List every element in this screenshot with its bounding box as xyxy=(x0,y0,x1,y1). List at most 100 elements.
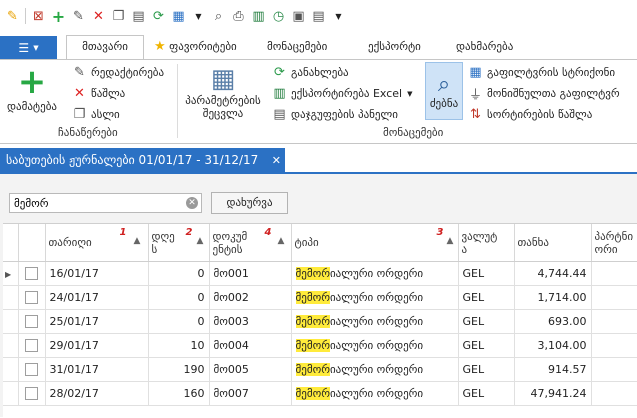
cell-days: 190 xyxy=(148,357,210,382)
table-row[interactable]: ▶ 16/01/17 0 მო001 მემორიალური ორდერი GEL 4,74… xyxy=(3,261,637,286)
cell-type: მემორიალური ორდერი xyxy=(291,381,459,406)
cell-amount: 693.00 xyxy=(514,309,592,334)
row-checkbox-cell[interactable] xyxy=(18,381,46,406)
search-button[interactable]: ⌕ ძებნა xyxy=(425,62,463,120)
tab-help[interactable]: დახმარება xyxy=(456,36,532,59)
add-button[interactable]: + დამატება xyxy=(4,62,60,117)
tab-export[interactable]: ექსპორტი xyxy=(368,36,442,59)
cell-date: 24/01/17 xyxy=(45,285,149,310)
cell-currency: GEL xyxy=(458,309,515,334)
header-label: პარტნი ორი xyxy=(594,229,634,256)
search-input[interactable] xyxy=(10,194,183,212)
print-icon[interactable]: ⎙ xyxy=(231,9,246,24)
column-header-date[interactable]: თარიღი 1 ▲ xyxy=(45,224,149,262)
filter-row-button[interactable]: ▦ გაფილტვრის სტრიქონი xyxy=(468,65,615,80)
header-row: თარიღი 1 ▲ დღე ს 2 ▲ დოკუმ ენტის 4 ▲ ტიპ… xyxy=(3,224,637,262)
qat-menu-icon[interactable]: ▼ xyxy=(331,9,346,24)
row-checkbox[interactable] xyxy=(25,291,38,305)
row-checkbox-cell[interactable] xyxy=(18,357,46,382)
column-header-days[interactable]: დღე ს 2 ▲ xyxy=(148,224,210,262)
copy-icon: ❐ xyxy=(73,107,86,122)
tab-home[interactable]: მთავარი xyxy=(66,35,144,60)
header-label: თარიღი xyxy=(48,236,92,249)
export-excel-button[interactable]: ▥ ექსპორტირება Excel ▼ xyxy=(272,86,412,101)
preview-icon[interactable]: ⌕ xyxy=(211,9,226,24)
search-box: ✕ xyxy=(9,193,202,213)
cell-date: 16/01/17 xyxy=(45,261,149,286)
app-logo-icon: ✎ xyxy=(7,8,18,24)
form-icon[interactable]: ▤ xyxy=(311,9,326,24)
copy-button[interactable]: ❐ ასლი xyxy=(72,107,120,122)
change-parameters-button[interactable]: ▦ პარამეტრების შეცვლა xyxy=(180,64,266,124)
search-highlight: მემორ xyxy=(295,363,330,376)
table-row[interactable]: 28/02/17 160 მო007 მემორიალური ორდერი GEL 47,… xyxy=(3,381,637,406)
tab-label: მონაცემები xyxy=(267,40,328,53)
document-tab[interactable]: საბუთების ჟურნალები 01/01/17 - 31/12/17 … xyxy=(0,148,285,172)
column-header-partner[interactable]: პარტნი ორი xyxy=(591,224,637,262)
clear-icon[interactable]: ✕ xyxy=(186,197,198,209)
sort-ascending-icon: ▲ xyxy=(277,236,285,246)
sort-order-badge: 1 xyxy=(119,227,127,238)
cell-partner xyxy=(591,381,637,406)
cell-type: მემორიალური ორდერი xyxy=(291,261,459,286)
delete-doc-icon[interactable]: ⊠ xyxy=(31,9,46,24)
group-separator xyxy=(177,64,178,138)
delete-icon[interactable]: ✕ xyxy=(91,9,106,24)
cell-partner xyxy=(591,309,637,334)
cell-currency: GEL xyxy=(458,357,515,382)
close-icon[interactable]: ✕ xyxy=(272,154,281,167)
column-header-amount[interactable]: თანხა xyxy=(514,224,592,262)
copy-icon[interactable]: ❐ xyxy=(111,9,126,24)
cell-document: მო007 xyxy=(209,381,292,406)
table-row[interactable]: 25/01/17 0 მო003 მემორიალური ორდერი GEL 693.0… xyxy=(3,309,637,334)
close-search-button[interactable]: დახურვა xyxy=(211,192,288,214)
delete-icon: ✕ xyxy=(74,86,85,101)
table-row[interactable]: 29/01/17 10 მო004 მემორიალური ორდერი GEL 3,10… xyxy=(3,333,637,358)
file-menu-button[interactable]: ☰ ▼ xyxy=(0,36,57,59)
add-icon[interactable]: + xyxy=(51,8,66,24)
toolbar-separator xyxy=(25,8,26,24)
row-checkbox-cell[interactable] xyxy=(18,261,46,286)
refresh-button[interactable]: ⟳ განახლება xyxy=(272,65,349,80)
tab-data[interactable]: მონაცემები xyxy=(267,36,353,59)
column-header-document[interactable]: დოკუმ ენტის 4 ▲ xyxy=(209,224,292,262)
column-header-type[interactable]: ტიპი 3 ▲ xyxy=(291,224,459,262)
tab-favorites[interactable]: ★ ფავორიტები xyxy=(154,36,250,59)
cell-date: 25/01/17 xyxy=(45,309,149,334)
tab-label: ფავორიტები xyxy=(169,40,237,53)
file-menu-icon: ☰ xyxy=(18,40,30,55)
marked-filter-button[interactable]: ⏚ მონიშნულთა გაფილტვრ xyxy=(468,86,620,103)
row-checkbox-cell[interactable] xyxy=(18,285,46,310)
sort-order-badge: 4 xyxy=(264,227,272,238)
refresh-icon: ⟳ xyxy=(274,65,285,80)
layout-icon[interactable]: ▣ xyxy=(291,9,306,24)
history-icon[interactable]: ◷ xyxy=(271,9,286,24)
table-row[interactable]: 31/01/17 190 მო005 მემორიალური ორდერი GEL 914… xyxy=(3,357,637,382)
grouping-panel-button[interactable]: ▤ დაჯგუფების პანელი xyxy=(272,107,398,122)
row-checkbox[interactable] xyxy=(25,363,38,377)
search-highlight: მემორ xyxy=(295,387,330,400)
type-rest: იალური ორდერი xyxy=(329,267,424,280)
delete-sort-button[interactable]: ⇅ სორტირების წაშლა xyxy=(468,107,592,122)
delete-label: წაშლა xyxy=(91,87,126,100)
row-checkbox-cell[interactable] xyxy=(18,333,46,358)
grid-icon[interactable]: ▦ xyxy=(171,9,186,24)
row-checkbox[interactable] xyxy=(25,315,38,329)
refresh-label: განახლება xyxy=(291,66,349,79)
table-row[interactable]: 24/01/17 0 მო002 მემორიალური ორდერი GEL 1,714… xyxy=(3,285,637,310)
cell-document: მო001 xyxy=(209,261,292,286)
excel-icon[interactable]: ▥ xyxy=(251,9,266,24)
row-checkbox-cell[interactable] xyxy=(18,309,46,334)
edit-icon[interactable]: ✎ xyxy=(71,9,86,24)
row-checkbox[interactable] xyxy=(25,387,38,401)
type-rest: იალური ორდერი xyxy=(329,363,424,376)
dropdown-icon[interactable]: ▼ xyxy=(191,9,206,24)
sort-order-badge: 3 xyxy=(436,227,444,238)
document-icon[interactable]: ▤ xyxy=(131,9,146,24)
refresh-icon[interactable]: ⟳ xyxy=(151,9,166,24)
column-header-currency[interactable]: ვალუტ ა xyxy=(458,224,515,262)
row-checkbox[interactable] xyxy=(25,267,38,281)
delete-button[interactable]: ✕ წაშლა xyxy=(72,86,125,101)
edit-button[interactable]: ✎ რედაქტირება xyxy=(72,65,164,80)
row-checkbox[interactable] xyxy=(25,339,38,353)
